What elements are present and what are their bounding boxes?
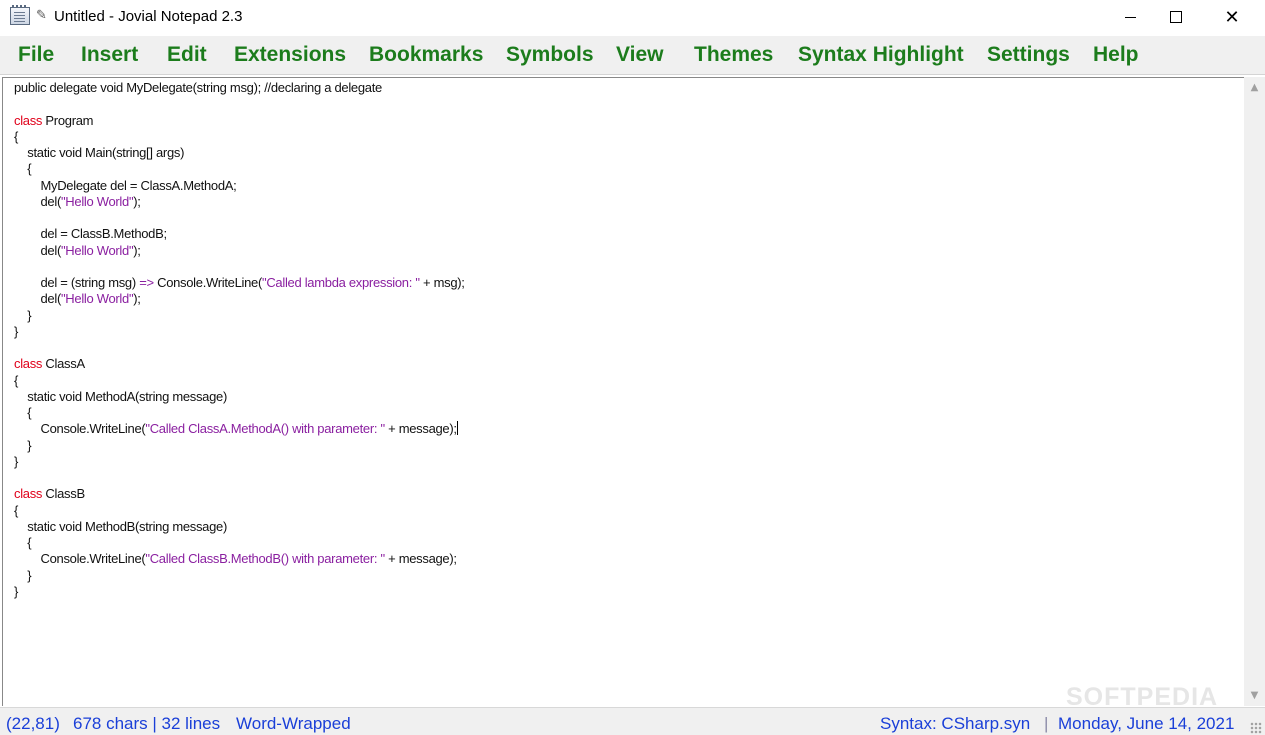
code-line[interactable]: }: [14, 454, 18, 470]
code-line[interactable]: class Program: [14, 113, 93, 129]
code-line[interactable]: Console.WriteLine("Called ClassA.MethodA…: [14, 421, 458, 437]
code-line[interactable]: }: [14, 584, 18, 600]
string-token: "Called ClassA.MethodA() with parameter:…: [145, 421, 385, 437]
string-token: "Called ClassB.MethodB() with parameter:…: [145, 551, 385, 567]
minimize-button[interactable]: [1107, 0, 1153, 34]
code-line[interactable]: class ClassB: [14, 486, 85, 502]
text-editor[interactable]: public delegate void MyDelegate(string m…: [2, 77, 1244, 706]
keyword-token: class: [14, 112, 43, 128]
code-line[interactable]: {: [14, 373, 18, 389]
code-line[interactable]: Console.WriteLine("Called ClassB.MethodB…: [14, 551, 457, 567]
code-line[interactable]: {: [14, 535, 31, 551]
status-date: Monday, June 14, 2021: [1058, 714, 1235, 733]
menu-symbols[interactable]: Symbols: [506, 43, 594, 67]
string-token: "Called lambda expression: ": [262, 275, 420, 290]
string-token: "Hello World": [60, 193, 134, 209]
status-bar: (22,81) 678 chars | 32 lines Word-Wrappe…: [0, 707, 1265, 735]
menu-view[interactable]: View: [616, 43, 663, 67]
document-counts: 678 chars | 32 lines: [73, 714, 221, 733]
resize-grip-icon[interactable]: [1250, 722, 1262, 734]
word-wrap-status[interactable]: Word-Wrapped: [236, 714, 351, 734]
menu-themes[interactable]: Themes: [694, 43, 773, 67]
maximize-button[interactable]: [1153, 0, 1199, 34]
window-title: Untitled - Jovial Notepad 2.3: [54, 8, 243, 25]
text-caret: [456, 421, 458, 436]
code-line[interactable]: }: [14, 324, 18, 340]
minimize-icon: [1124, 16, 1136, 18]
code-line[interactable]: static void MethodB(string message): [14, 519, 227, 535]
scroll-down-icon[interactable]: ▼: [1244, 685, 1265, 706]
close-button[interactable]: ✕: [1209, 0, 1255, 34]
code-line[interactable]: del("Hello World");: [14, 242, 140, 259]
menu-insert[interactable]: Insert: [81, 43, 138, 67]
menu-bar: File Insert Edit Extensions Bookmarks Sy…: [0, 36, 1265, 75]
menu-settings[interactable]: Settings: [987, 43, 1070, 67]
string-token: "Hello World": [60, 242, 134, 258]
code-line[interactable]: del("Hello World");: [14, 193, 140, 210]
code-line[interactable]: del = ClassB.MethodB;: [14, 226, 167, 242]
string-token: =>: [139, 275, 154, 290]
code-line[interactable]: {: [14, 503, 18, 519]
code-line[interactable]: class ClassA: [14, 356, 85, 372]
menu-bookmarks[interactable]: Bookmarks: [369, 43, 483, 67]
code-line[interactable]: }: [14, 568, 31, 584]
code-line[interactable]: MyDelegate del = ClassA.MethodA;: [14, 178, 236, 194]
code-line[interactable]: }: [14, 438, 31, 454]
code-line[interactable]: public delegate void MyDelegate(string m…: [14, 80, 382, 96]
menu-edit[interactable]: Edit: [167, 43, 207, 67]
code-line[interactable]: del("Hello World");: [14, 291, 140, 307]
code-line[interactable]: }: [14, 308, 31, 324]
code-line[interactable]: static void Main(string[] args): [14, 145, 184, 161]
menu-extensions[interactable]: Extensions: [234, 43, 346, 67]
maximize-icon: [1170, 11, 1182, 23]
menu-help[interactable]: Help: [1093, 43, 1139, 67]
notepad-icon[interactable]: [10, 5, 30, 25]
keyword-token: class: [14, 356, 43, 372]
scroll-up-icon[interactable]: ▲: [1244, 77, 1265, 98]
code-line[interactable]: static void MethodA(string message): [14, 389, 227, 405]
code-line[interactable]: {: [14, 129, 18, 145]
menu-syntax-highlight[interactable]: Syntax Highlight: [798, 43, 964, 67]
status-separator: |: [1044, 714, 1049, 733]
syntax-file[interactable]: Syntax: CSharp.syn: [880, 714, 1030, 734]
close-icon: ✕: [1224, 6, 1240, 28]
menu-file[interactable]: File: [18, 43, 54, 67]
string-token: "Hello World": [60, 291, 134, 307]
code-line[interactable]: {: [14, 405, 31, 421]
pen-icon: ✎: [36, 8, 47, 23]
title-bar: ✎ Untitled - Jovial Notepad 2.3 ✕: [0, 0, 1265, 34]
cursor-position: (22,81): [6, 714, 60, 733]
keyword-token: class: [14, 486, 43, 502]
code-line[interactable]: del = (string msg) => Console.WriteLine(…: [14, 275, 464, 291]
vertical-scrollbar[interactable]: ▲ ▼: [1244, 77, 1265, 706]
code-line[interactable]: {: [14, 161, 31, 177]
